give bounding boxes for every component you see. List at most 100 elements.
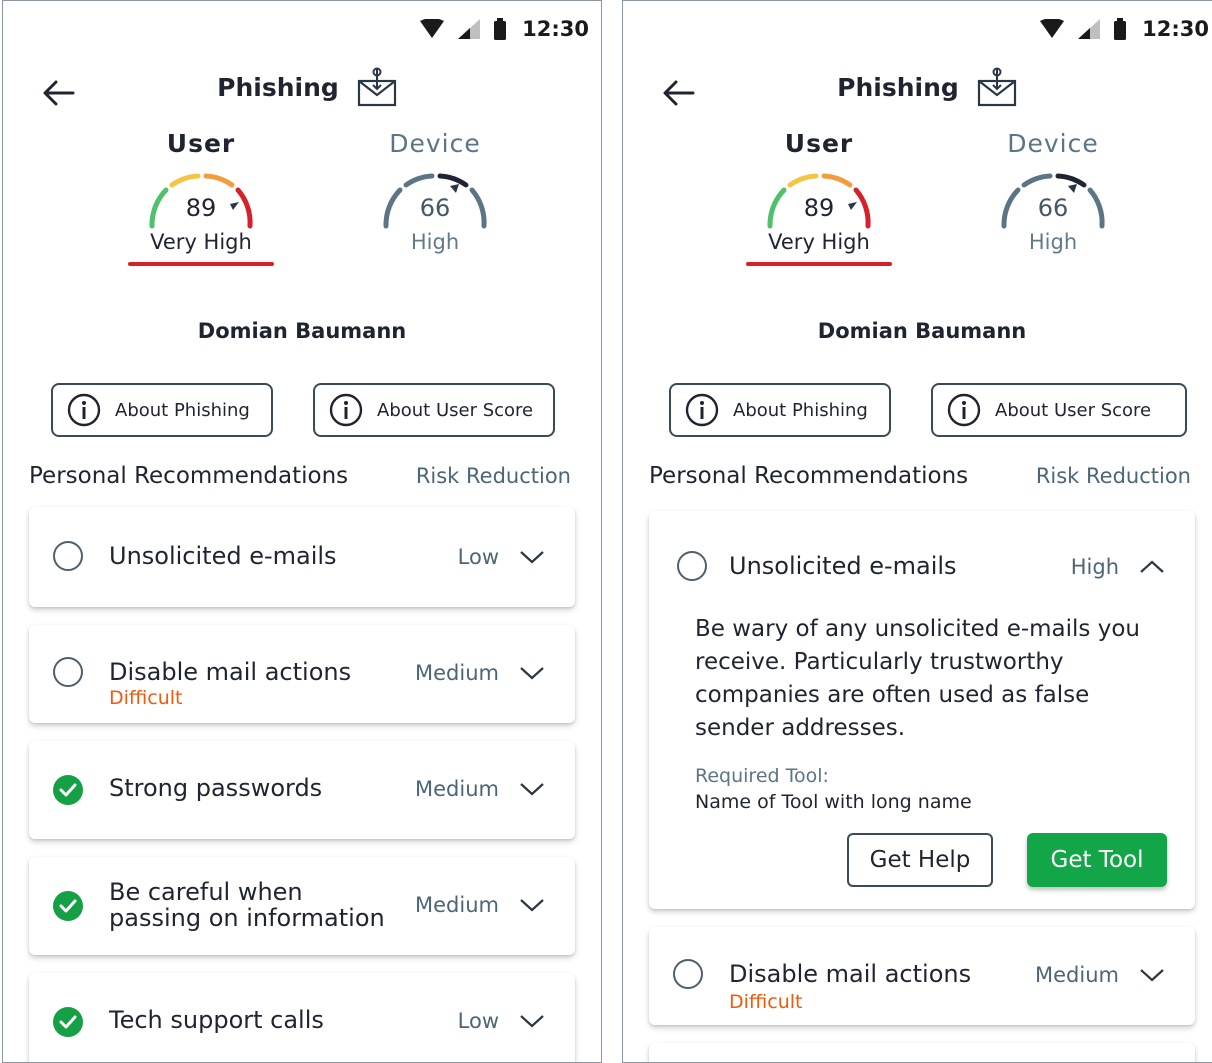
active-tab-indicator (128, 262, 274, 266)
tab-device[interactable]: Device 66 High (335, 129, 535, 254)
recommendation-title: Strong passwords (109, 774, 323, 802)
recommendation-card[interactable]: Disable mail actions Difficult Medium (29, 625, 575, 723)
checkmark-icon[interactable] (53, 775, 83, 805)
status-circle-icon[interactable] (677, 551, 707, 581)
signal-icon (458, 19, 481, 39)
about-user-score-button[interactable]: About User Score (313, 383, 555, 437)
tab-user[interactable]: User 89 Very High (101, 129, 301, 266)
recommendation-card-expanded[interactable]: Unsolicited e-mails High Be wary of any … (649, 511, 1195, 909)
about-phishing-label: About Phishing (733, 399, 868, 421)
get-tool-button[interactable]: Get Tool (1027, 833, 1167, 887)
difficulty-label: Difficult (109, 687, 183, 709)
user-score: 89 (803, 194, 835, 222)
about-phishing-button[interactable]: About Phishing (669, 383, 891, 437)
section-title: Personal Recommendations (649, 463, 969, 489)
tab-device-label: Device (1007, 129, 1099, 158)
info-icon (67, 393, 101, 427)
get-help-button[interactable]: Get Help (847, 833, 993, 887)
phishing-mail-icon (357, 67, 396, 107)
recommendation-title: Unsolicited e-mails (109, 542, 337, 570)
status-circle-icon[interactable] (53, 657, 83, 687)
user-risk-gauge: 89 (136, 166, 266, 236)
info-icon (685, 393, 719, 427)
recommendation-title: Tech support calls (109, 1006, 324, 1034)
tab-user[interactable]: User 89 Very High (719, 129, 919, 266)
recommendation-title-line2: passing on information (109, 904, 385, 932)
risk-reduction-value: Low (457, 1009, 499, 1033)
device-risk-gauge: 66 (988, 166, 1118, 236)
battery-icon (494, 18, 507, 40)
status-time: 12:30 (522, 17, 589, 41)
section-title: Personal Recommendations (29, 463, 349, 489)
checkmark-icon[interactable] (53, 1007, 83, 1037)
wifi-icon (1040, 19, 1065, 38)
device-risk-gauge: 66 (370, 166, 500, 236)
user-risk-gauge: 89 (754, 166, 884, 236)
person-name: Domian Baumann (197, 319, 407, 343)
status-circle-icon[interactable] (673, 959, 703, 989)
info-icon (947, 393, 981, 427)
info-icon (329, 393, 363, 427)
risk-reduction-sort[interactable]: Risk Reduction (416, 464, 571, 488)
status-bar: 12:30 (420, 13, 589, 45)
recommendation-card[interactable]: Unsolicited e-mails Low (29, 507, 575, 607)
checkmark-icon[interactable] (53, 891, 83, 921)
about-user-score-label: About User Score (995, 399, 1152, 421)
page-title: Phishing (837, 72, 959, 102)
required-tool-label: Required Tool: (695, 765, 829, 787)
difficulty-label: Difficult (729, 991, 803, 1013)
recommendation-card[interactable]: Strong passwords Medium (29, 741, 575, 839)
status-time: 12:30 (1142, 17, 1209, 41)
page-header: Phishing (3, 67, 601, 107)
recommendation-card[interactable]: Tech support calls Low (29, 973, 575, 1062)
status-circle-icon[interactable] (53, 541, 83, 571)
risk-reduction-value: Medium (415, 661, 499, 685)
recommendation-title-line1: Be careful when (109, 878, 303, 906)
chevron-down-icon[interactable] (517, 779, 547, 799)
about-phishing-label: About Phishing (115, 399, 250, 421)
score-tabs: User 89 Very High Device 66 High (3, 129, 601, 289)
chevron-up-icon[interactable] (1137, 557, 1167, 577)
required-tool-name: Name of Tool with long name (695, 791, 972, 813)
chevron-down-icon[interactable] (517, 547, 547, 567)
about-phishing-button[interactable]: About Phishing (51, 383, 273, 437)
recommendation-card[interactable]: Disable mail actions Difficult Medium (649, 927, 1195, 1025)
risk-reduction-value: Low (457, 545, 499, 569)
recommendation-title: Unsolicited e-mails (729, 552, 957, 580)
tab-device[interactable]: Device 66 High (953, 129, 1153, 254)
recommendations-header: Personal Recommendations Risk Reduction (29, 463, 571, 489)
battery-icon (1114, 18, 1127, 40)
person-name: Domian Baumann (817, 319, 1027, 343)
recommendation-description: Be wary of any unsolicited e-mails you r… (695, 616, 1140, 741)
score-tabs: User 89 Very High Device 66 High (623, 129, 1212, 289)
chevron-down-icon[interactable] (1137, 965, 1167, 985)
recommendation-title: Disable mail actions (109, 658, 352, 686)
wifi-icon (420, 19, 445, 38)
about-user-score-label: About User Score (377, 399, 534, 421)
risk-reduction-sort[interactable]: Risk Reduction (1036, 464, 1191, 488)
risk-reduction-value: Medium (415, 893, 499, 917)
signal-icon (1078, 19, 1101, 39)
chevron-down-icon[interactable] (517, 663, 547, 683)
tab-user-label: User (784, 129, 854, 158)
user-score: 89 (185, 194, 217, 222)
about-user-score-button[interactable]: About User Score (931, 383, 1187, 437)
phone-screen-collapsed: 12:30 Phishing User 89 Very High Device … (2, 0, 602, 1063)
risk-reduction-value: Medium (1035, 963, 1119, 987)
page-title: Phishing (217, 72, 339, 102)
tab-device-label: Device (389, 129, 481, 158)
page-header: Phishing (623, 67, 1212, 107)
recommendation-card[interactable] (649, 1043, 1195, 1062)
recommendation-title: Disable mail actions (729, 960, 972, 988)
phishing-mail-icon (977, 67, 1016, 107)
risk-reduction-value: Medium (415, 777, 499, 801)
risk-reduction-value: High (1070, 555, 1119, 579)
status-bar: 12:30 (1040, 13, 1209, 45)
device-score: 66 (419, 194, 451, 222)
chevron-down-icon[interactable] (517, 895, 547, 915)
phone-screen-expanded: 12:30 Phishing User 89 Very High Device … (622, 0, 1212, 1063)
chevron-down-icon[interactable] (517, 1011, 547, 1031)
tab-user-label: User (166, 129, 236, 158)
recommendations-header: Personal Recommendations Risk Reduction (649, 463, 1191, 489)
recommendation-card[interactable]: Be careful when passing on information M… (29, 857, 575, 955)
